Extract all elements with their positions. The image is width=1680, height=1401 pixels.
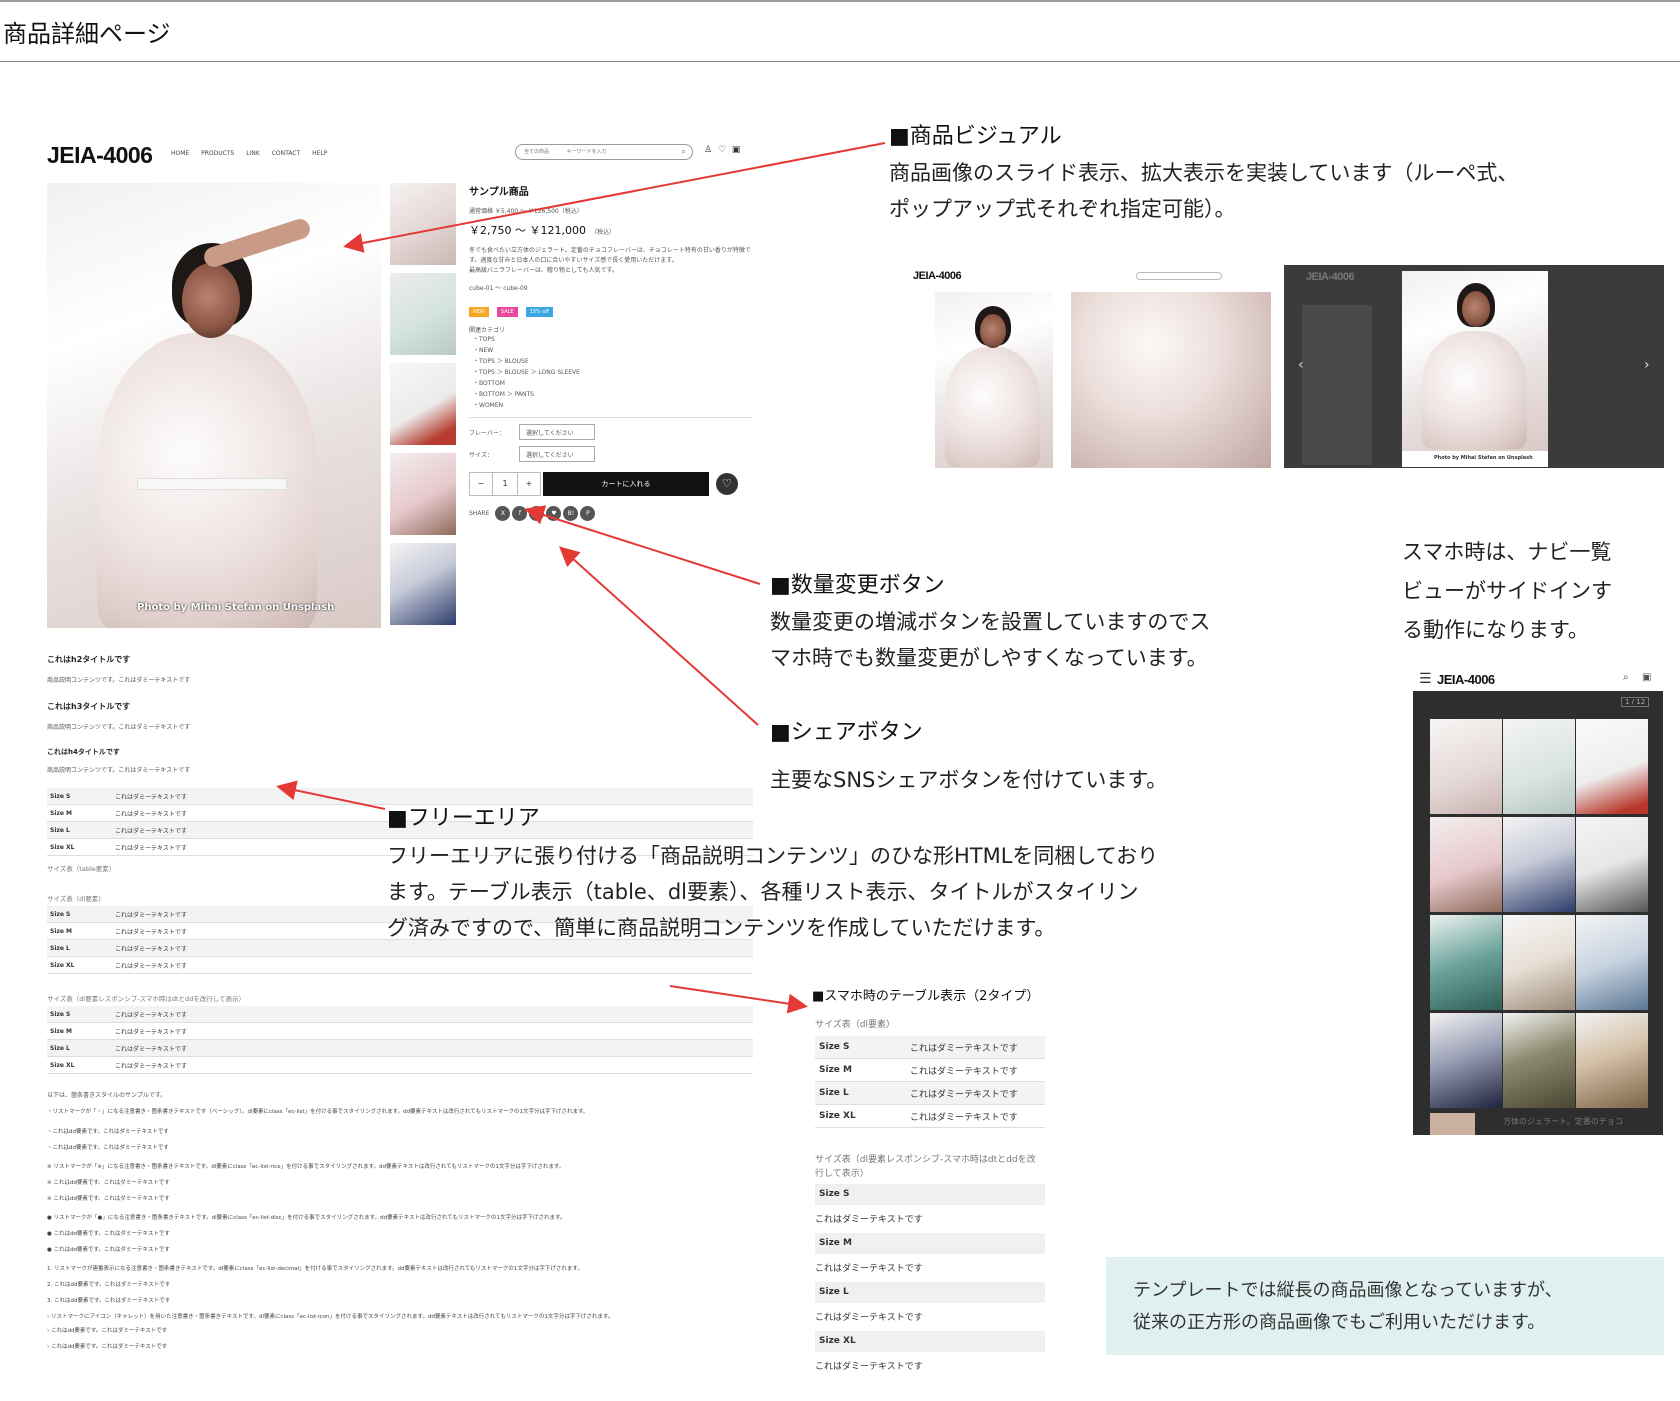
- arrow-qty: [524, 505, 761, 585]
- arrow-visual: [343, 142, 886, 253]
- annotation-arrows: [276, 142, 886, 1014]
- arrow-sp-table: [669, 985, 808, 1014]
- arrow-free: [276, 780, 386, 810]
- arrow-share: [559, 546, 759, 726]
